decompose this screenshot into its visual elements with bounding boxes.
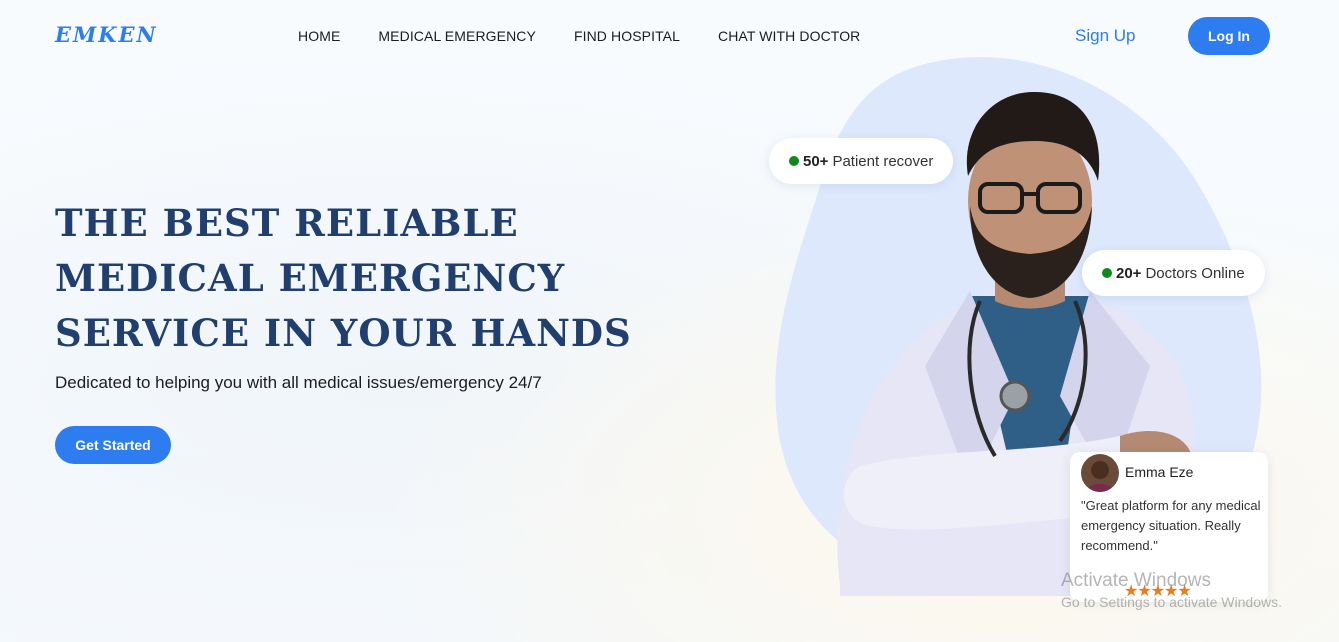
stat-label: Patient recover [832,152,934,170]
online-dot-icon [1102,268,1112,278]
hero-subtitle: Dedicated to helping you with all medica… [55,373,542,392]
reviewer-name: Emma Eze [1125,464,1194,480]
nav-chat-with-doctor[interactable]: CHAT WITH DOCTOR [718,28,860,44]
login-button[interactable]: Log In [1188,17,1270,55]
main-nav: HOME MEDICAL EMERGENCY FIND HOSPITAL CHA… [298,28,860,44]
stat-value: 50+ [803,152,829,170]
get-started-button[interactable]: Get Started [55,426,171,464]
nav-find-hospital[interactable]: FIND HOSPITAL [574,28,680,44]
stat-value: 20+ [1116,264,1142,282]
reviewer-avatar [1081,454,1119,492]
rating-stars-icon: ★★★★★ [1124,583,1192,600]
nav-medical-emergency[interactable]: MEDICAL EMERGENCY [378,28,536,44]
stat-label: Doctors Online [1145,264,1245,282]
review-quote: "Great platform for any medical emergenc… [1081,498,1261,553]
patient-recover-badge: 50+ Patient recover [769,138,954,184]
brand-logo[interactable]: EMKEN [55,22,158,47]
doctors-online-badge: 20+ Doctors Online [1082,250,1265,296]
signup-link[interactable]: Sign Up [1075,26,1135,46]
hero-title: THE BEST RELIABLE MEDICAL EMERGENCY SERV… [55,201,632,355]
online-dot-icon [789,156,799,166]
review-card: Emma Eze "Great platform for any medical… [1070,452,1268,602]
nav-home[interactable]: HOME [298,28,340,44]
